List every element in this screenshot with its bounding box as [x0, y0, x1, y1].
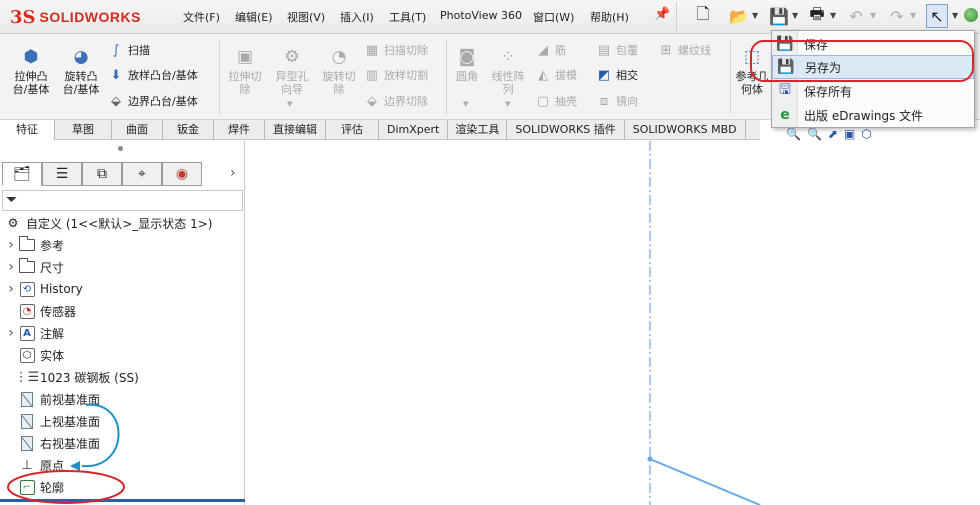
highlight-ellipse-save-as	[750, 40, 974, 82]
annotation-arrow-icon	[70, 461, 80, 471]
sketch-point[interactable]	[647, 456, 653, 462]
menu-item-publish-edrawings[interactable]: e 出版 eDrawings 文件	[772, 103, 974, 127]
highlight-ellipse-profile	[7, 470, 125, 504]
annotation-arc	[81, 403, 120, 468]
menu-item-save-all[interactable]: 🖫 保存所有	[772, 79, 974, 103]
edrawings-icon: e	[780, 107, 790, 123]
save-all-icon: 🖫	[779, 82, 791, 98]
sketch-line[interactable]	[649, 458, 761, 505]
